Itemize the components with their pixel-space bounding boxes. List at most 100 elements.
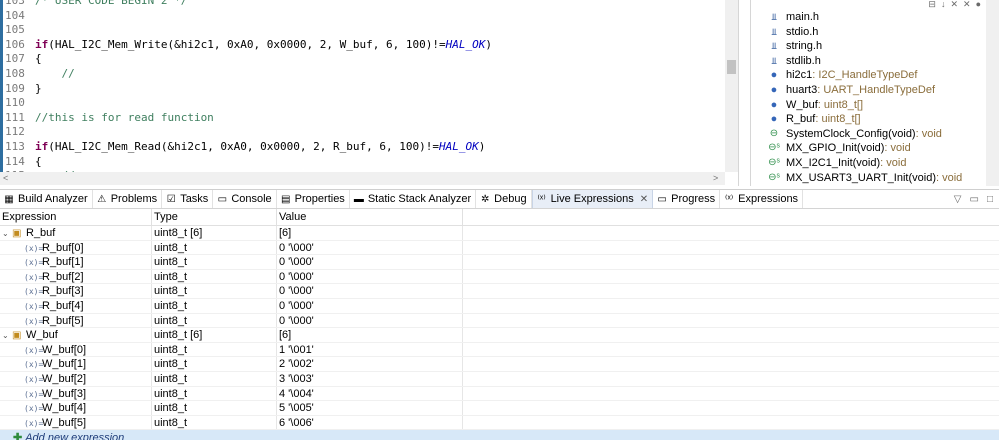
editor-scroll-thumb[interactable] (727, 60, 736, 74)
code-text[interactable]: { (35, 155, 42, 170)
expression-cell[interactable]: (x)=R_buf[2] (0, 269, 152, 284)
table-row[interactable]: ⌄ ▣ W_buf uint8_t [6] [6] (0, 328, 999, 343)
table-row[interactable]: (x)=R_buf[3] uint8_t 0 '\000' (0, 284, 999, 299)
code-line[interactable]: 114 { (5, 155, 725, 170)
tab-expressions[interactable]: ⁽ˣ⁾ Expressions (720, 190, 804, 208)
tab-static-stack-analyzer[interactable]: ▬ Static Stack Analyzer (350, 190, 477, 208)
expression-cell[interactable]: (x)=W_buf[5] (0, 415, 152, 430)
maximize-icon[interactable]: □ (987, 194, 993, 205)
outline-item[interactable]: ● hi2c1 : I2C_HandleTypeDef (767, 68, 962, 83)
table-row[interactable]: (x)=W_buf[2] uint8_t 3 '\003' (0, 371, 999, 387)
code-text[interactable]: } (35, 82, 42, 97)
code-line[interactable]: 113 if(HAL_I2C_Mem_Read(&hi2c1, 0xA0, 0x0… (5, 140, 725, 155)
value-cell[interactable]: 4 '\004' (277, 386, 463, 401)
value-cell[interactable]: 0 '\000' (277, 240, 463, 255)
value-cell[interactable]: 3 '\003' (277, 371, 463, 386)
column-header-type[interactable]: Type (152, 209, 277, 225)
tab-problems[interactable]: ⚠ Problems (93, 190, 163, 208)
expression-cell[interactable]: ⌄ ▣ W_buf (0, 328, 152, 342)
value-cell[interactable]: 1 '\001' (277, 342, 463, 357)
column-header-expression[interactable]: Expression (0, 209, 152, 225)
table-row[interactable]: (x)=R_buf[1] uint8_t 0 '\000' (0, 255, 999, 270)
expression-cell[interactable]: (x)=R_buf[0] (0, 240, 152, 255)
table-row[interactable]: (x)=R_buf[2] uint8_t 0 '\000' (0, 269, 999, 285)
close-icon[interactable]: ✕ (640, 194, 648, 205)
expression-cell[interactable]: (x)=R_buf[3] (0, 284, 152, 298)
value-cell[interactable]: 0 '\000' (277, 269, 463, 284)
editor-vertical-scrollbar[interactable] (725, 0, 738, 172)
outline-item[interactable]: ● huart3 : UART_HandleTypeDef (767, 83, 962, 98)
add-new-expression-row[interactable]: ✚ Add new expression (0, 430, 999, 440)
table-row[interactable]: (x)=W_buf[1] uint8_t 2 '\002' (0, 357, 999, 372)
expression-cell[interactable]: ⌄ ▣ R_buf (0, 226, 152, 240)
code-lines[interactable]: 103 /* USER CODE BEGIN 2 */ 104 105 106 if(HA… (5, 0, 725, 186)
code-line[interactable]: 109} (5, 82, 725, 97)
collapse-all-icon[interactable]: ⊟ (928, 0, 936, 10)
hide-non-public-icon[interactable]: ● (976, 0, 981, 10)
column-header-value[interactable]: Value (277, 209, 463, 225)
code-text[interactable]: if(HAL_I2C_Mem_Read(&hi2c1, 0xA0, 0x0000… (35, 140, 485, 155)
tab-debug[interactable]: ✲ Debug (476, 190, 532, 208)
table-row[interactable]: (x)=W_buf[0] uint8_t 1 '\001' (0, 342, 999, 358)
outline-item[interactable]: ⫫ stdio.h (767, 25, 962, 40)
tab-tasks[interactable]: ☑ Tasks (162, 190, 214, 208)
value-cell[interactable]: 5 '\005' (277, 401, 463, 415)
table-row[interactable]: (x)=W_buf[3] uint8_t 4 '\004' (0, 386, 999, 402)
code-line[interactable]: 108 // (5, 67, 725, 82)
outline-item[interactable]: ● W_buf : uint8_t[] (767, 98, 962, 113)
value-cell[interactable]: [6] (277, 226, 463, 240)
outline-item[interactable]: ⫫ main.h (767, 10, 962, 25)
expand-chevron-icon[interactable]: ⌄ (2, 329, 12, 342)
code-text[interactable]: /* USER CODE BEGIN 2 */ (35, 0, 187, 9)
value-cell[interactable]: 0 '\000' (277, 255, 463, 269)
code-line[interactable]: 104 (5, 9, 725, 24)
outline-vertical-scrollbar[interactable] (986, 0, 999, 186)
code-editor[interactable]: 103 /* USER CODE BEGIN 2 */ 104 105 106 if(HA… (0, 0, 739, 186)
expression-cell[interactable]: (x)=R_buf[5] (0, 313, 152, 328)
scroll-right-icon[interactable]: > (713, 172, 718, 185)
outline-item[interactable]: ⊖ˢ MX_GPIO_Init(void) : void (767, 141, 962, 156)
table-row[interactable]: (x)=R_buf[5] uint8_t 0 '\000' (0, 313, 999, 329)
table-row[interactable]: (x)=W_buf[5] uint8_t 6 '\006' (0, 415, 999, 431)
tab-live-expressions[interactable]: ⁽ˣ⁾ Live Expressions ✕ (531, 190, 654, 208)
expression-cell[interactable]: (x)=W_buf[4] (0, 401, 152, 415)
table-row[interactable]: ⌄ ▣ R_buf uint8_t [6] [6] (0, 226, 999, 241)
code-line[interactable]: 107 { (5, 52, 725, 67)
code-line[interactable]: 111 //this is for read function (5, 111, 725, 126)
sort-icon[interactable]: ↓ (941, 0, 946, 10)
hide-static-icon[interactable]: ✕ (963, 0, 971, 10)
value-cell[interactable]: 0 '\000' (277, 313, 463, 328)
expression-cell[interactable]: (x)=W_buf[2] (0, 371, 152, 386)
code-line[interactable]: 112 (5, 125, 725, 140)
minimize-icon[interactable]: ▭ (970, 194, 979, 205)
value-cell[interactable]: 6 '\006' (277, 415, 463, 430)
value-cell[interactable]: 2 '\002' (277, 357, 463, 371)
code-line[interactable]: 105 (5, 23, 725, 38)
table-row[interactable]: (x)=R_buf[4] uint8_t 0 '\000' (0, 298, 999, 314)
tab-progress[interactable]: ▭ Progress (653, 190, 721, 208)
hide-fields-icon[interactable]: ✕ (950, 0, 958, 10)
table-row[interactable]: (x)=W_buf[4] uint8_t 5 '\005' (0, 401, 999, 416)
code-text[interactable]: // (35, 67, 75, 82)
outline-item[interactable]: ⫫ stdlib.h (767, 54, 962, 69)
expression-cell[interactable]: (x)=W_buf[3] (0, 386, 152, 401)
outline-item[interactable]: ⫫ string.h (767, 39, 962, 54)
scroll-left-icon[interactable]: < (3, 172, 8, 185)
table-row[interactable]: (x)=R_buf[0] uint8_t 0 '\000' (0, 240, 999, 256)
expression-cell[interactable]: (x)=R_buf[4] (0, 298, 152, 313)
code-text[interactable]: { (35, 52, 42, 67)
expression-cell[interactable]: (x)=R_buf[1] (0, 255, 152, 269)
tab-console[interactable]: ▭ Console (213, 190, 277, 208)
outline-item[interactable]: ⊖ˢ MX_I2C1_Init(void) : void (767, 156, 962, 171)
expression-cell[interactable]: (x)=W_buf[0] (0, 342, 152, 357)
value-cell[interactable]: 0 '\000' (277, 298, 463, 313)
outline-item[interactable]: ● R_buf : uint8_t[] (767, 112, 962, 127)
tab-properties[interactable]: ▤ Properties (277, 190, 350, 208)
outline-item[interactable]: ⊖ SystemClock_Config(void) : void (767, 127, 962, 142)
code-text[interactable]: if(HAL_I2C_Mem_Write(&hi2c1, 0xA0, 0x000… (35, 38, 492, 53)
outline-item[interactable]: ⊖ˢ MX_USART3_UART_Init(void) : void (767, 171, 962, 186)
code-text[interactable]: //this is for read function (35, 111, 214, 126)
code-line[interactable]: 106 if(HAL_I2C_Mem_Write(&hi2c1, 0xA0, 0x… (5, 38, 725, 53)
expression-cell[interactable]: (x)=W_buf[1] (0, 357, 152, 371)
value-cell[interactable]: [6] (277, 328, 463, 342)
